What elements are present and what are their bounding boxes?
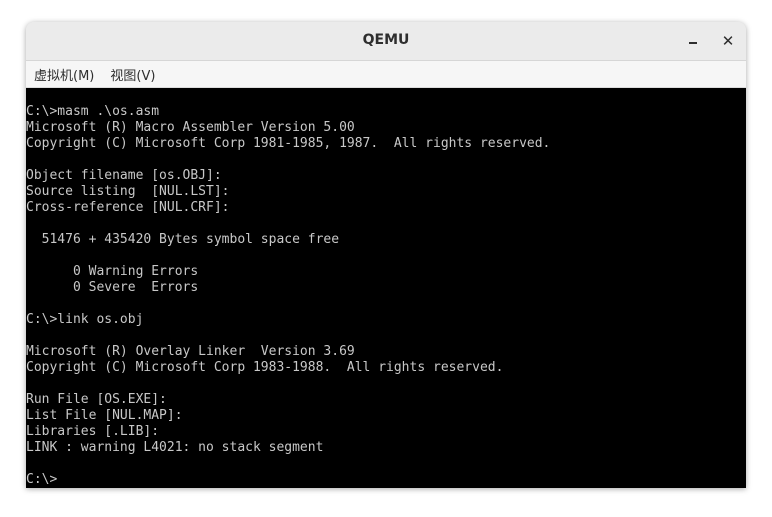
- terminal-output: C:\>masm .\os.asm Microsoft (R) Macro As…: [26, 104, 550, 488]
- terminal-line: Run File [OS.EXE]:: [26, 392, 167, 407]
- title-bar[interactable]: QEMU ✕: [26, 22, 746, 61]
- terminal-line: Cross-reference [NUL.CRF]:: [26, 200, 230, 215]
- terminal-line: Copyright (C) Microsoft Corp 1981-1985, …: [26, 136, 551, 151]
- menu-machine[interactable]: 虚拟机(M): [28, 65, 100, 84]
- terminal-line: Object filename [os.OBJ]:: [26, 168, 222, 183]
- menu-view[interactable]: 视图(V): [104, 65, 161, 84]
- qemu-window: QEMU ✕ 虚拟机(M) 视图(V) C:\>masm .\os.asm Mi…: [26, 22, 746, 488]
- window-title: QEMU: [362, 32, 410, 48]
- minimize-button[interactable]: [683, 31, 703, 51]
- minimize-icon: [689, 42, 697, 44]
- terminal-line: 0 Severe Errors: [26, 280, 199, 295]
- terminal-line: 0 Warning Errors: [26, 264, 199, 279]
- terminal-line: Microsoft (R) Overlay Linker Version 3.6…: [26, 344, 355, 359]
- menu-bar: 虚拟机(M) 视图(V): [26, 61, 746, 88]
- close-button[interactable]: ✕: [718, 31, 738, 51]
- terminal-line: Copyright (C) Microsoft Corp 1983-1988. …: [26, 360, 504, 375]
- terminal-line: List File [NUL.MAP]:: [26, 408, 183, 423]
- terminal-line: Source listing [NUL.LST]:: [26, 184, 230, 199]
- terminal-prompt-line: C:\>: [26, 472, 58, 487]
- terminal-line: C:\>link os.obj: [26, 312, 144, 327]
- terminal-line: LINK : warning L4021: no stack segment: [26, 440, 324, 455]
- terminal-line: Microsoft (R) Macro Assembler Version 5.…: [26, 120, 355, 135]
- terminal-line: Libraries [.LIB]:: [26, 424, 160, 439]
- terminal-line: C:\>masm .\os.asm: [26, 104, 160, 119]
- terminal-screen[interactable]: C:\>masm .\os.asm Microsoft (R) Macro As…: [26, 88, 746, 488]
- terminal-line: 51476 + 435420 Bytes symbol space free: [26, 232, 340, 247]
